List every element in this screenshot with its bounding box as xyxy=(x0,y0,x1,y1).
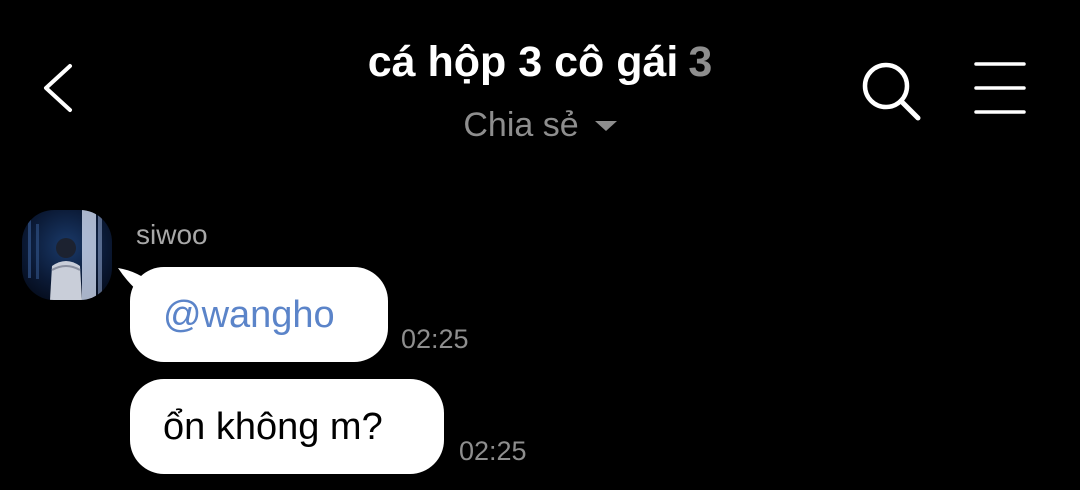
avatar[interactable] xyxy=(22,210,112,300)
caret-down-icon xyxy=(594,120,617,131)
hamburger-menu-icon xyxy=(974,62,1026,114)
mention-link[interactable]: @wangho xyxy=(163,294,335,336)
sender-name: siwoo xyxy=(136,219,208,250)
share-dropdown[interactable]: Chia sẻ xyxy=(463,106,617,145)
share-label: Chia sẻ xyxy=(463,106,579,144)
chat-title: cá hộp 3 cô gái xyxy=(367,38,679,86)
message-text: ổn không m? xyxy=(163,406,383,448)
search-button[interactable] xyxy=(858,58,924,124)
message-bubble[interactable]: ổn không m? xyxy=(130,379,444,474)
chat-header: cá hộp 3 cô gái 3 Chia sẻ xyxy=(0,0,1080,170)
member-count: 3 xyxy=(688,38,713,86)
message-bubble[interactable]: @wangho xyxy=(130,267,388,362)
message-timestamp: 02:25 xyxy=(401,324,469,354)
menu-button[interactable] xyxy=(970,60,1030,116)
avatar-image xyxy=(28,210,102,300)
search-icon xyxy=(862,62,921,121)
message-timestamp: 02:25 xyxy=(459,436,527,466)
